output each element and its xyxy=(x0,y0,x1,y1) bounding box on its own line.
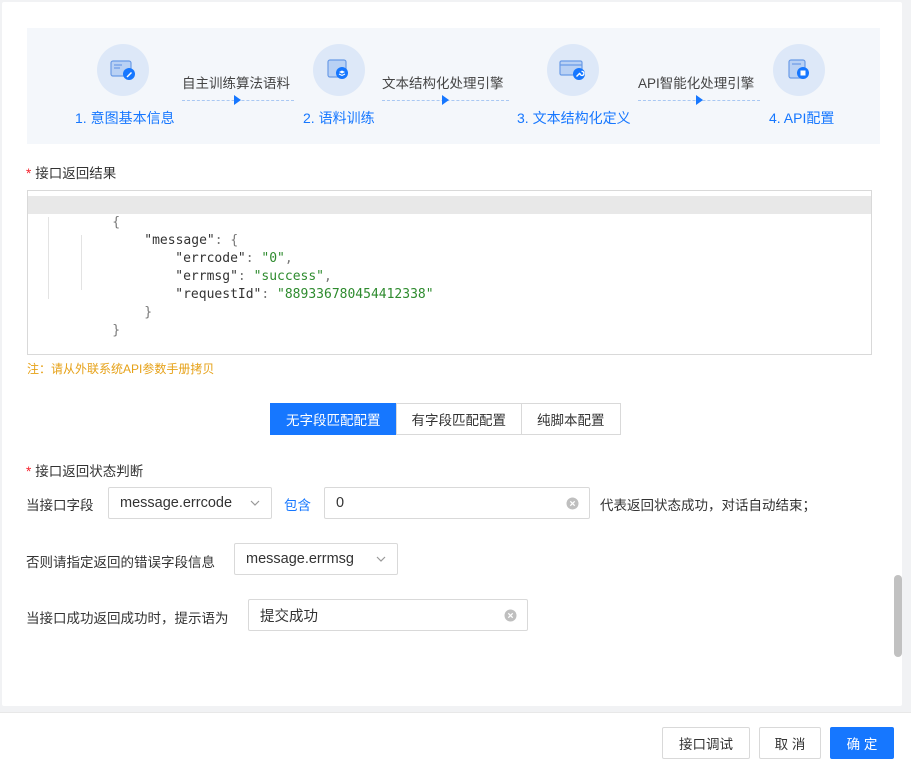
code-text: } xyxy=(144,305,153,320)
code-line-3: "errcode": "0", xyxy=(28,232,292,266)
code-text: "requestId": "889336780454412338" xyxy=(175,287,434,302)
confirm-button[interactable]: 确 定 xyxy=(830,727,894,759)
required-mark: * xyxy=(26,464,32,479)
status-section-title: * 接口返回状态判断 xyxy=(26,460,143,480)
step-3-label: 3. 文本结构化定义 xyxy=(517,110,631,126)
api-doc-icon xyxy=(773,44,825,96)
copy-note: 注：请从外联系统API参数手册拷贝 xyxy=(27,362,215,376)
operator-contains[interactable]: 包含 xyxy=(284,494,311,514)
required-mark: * xyxy=(26,166,32,181)
code-line-2: "message": { xyxy=(28,214,238,248)
status-section-label: 接口返回状态判断 xyxy=(35,464,144,479)
code-line-7: } xyxy=(28,304,120,338)
arrow-right-icon xyxy=(696,95,703,105)
step-2-label: 2. 语料训练 xyxy=(303,110,375,126)
vertical-scrollbar[interactable] xyxy=(894,575,902,657)
code-line-6: } xyxy=(28,286,152,320)
error-field-value: message.errmsg xyxy=(246,551,354,567)
config-mode-tabs: 无字段匹配配置 有字段匹配配置 纯脚本配置 xyxy=(270,403,621,435)
clear-icon[interactable] xyxy=(504,609,517,626)
row2-prefix: 否则请指定返回的错误字段信息 xyxy=(26,555,215,570)
error-field-select[interactable]: message.errmsg xyxy=(234,543,398,575)
code-line-4: "errmsg": "success", xyxy=(28,250,332,284)
edit-doc-icon xyxy=(97,44,149,96)
tab-field-match[interactable]: 有字段匹配配置 xyxy=(395,403,522,435)
step-3[interactable]: 3. 文本结构化定义 xyxy=(517,28,637,144)
form-content: 1. 意图基本信息 自主训练算法语料 2. 语料训练 文本结构化处理引擎 3. … xyxy=(2,2,902,706)
scroll-area: 1. 意图基本信息 自主训练算法语料 2. 语料训练 文本结构化处理引擎 3. … xyxy=(0,0,911,712)
stepper: 1. 意图基本信息 自主训练算法语料 2. 语料训练 文本结构化处理引擎 3. … xyxy=(27,28,880,144)
tab-script-only[interactable]: 纯脚本配置 xyxy=(521,403,621,435)
dialog: 1. 意图基本信息 自主训练算法语料 2. 语料训练 文本结构化处理引擎 3. … xyxy=(0,0,911,771)
debug-button[interactable]: 接口调试 xyxy=(662,727,750,759)
step-4[interactable]: 4. API配置 xyxy=(765,28,855,144)
row1-suffix: 代表返回状态成功，对话自动结束； xyxy=(600,498,816,513)
layers-doc-icon xyxy=(313,44,365,96)
tab-no-field-match[interactable]: 无字段匹配配置 xyxy=(270,403,397,435)
code-text: } xyxy=(112,323,121,338)
success-message-text: 提交成功 xyxy=(260,608,318,625)
success-message-input[interactable]: 提交成功 xyxy=(248,599,528,631)
arrow-right-icon xyxy=(442,95,449,105)
step-4-label: 4. API配置 xyxy=(769,110,835,126)
status-field-value: message.errcode xyxy=(120,495,233,511)
code-line-1: { xyxy=(28,196,871,230)
status-value-text: 0 xyxy=(336,495,345,511)
status-field-select[interactable]: message.errcode xyxy=(108,487,272,519)
chevron-down-icon xyxy=(375,553,387,569)
code-line-5: "requestId": "889336780454412338" xyxy=(28,268,433,302)
cancel-button[interactable]: 取 消 xyxy=(759,727,821,759)
response-section-title: * 接口返回结果 xyxy=(26,162,116,182)
row1-prefix: 当接口字段 xyxy=(26,498,94,513)
connector-2-label: 文本结构化处理引擎 xyxy=(382,76,504,91)
connector-3-label: API智能化处理引擎 xyxy=(638,76,755,91)
step-1-label: 1. 意图基本信息 xyxy=(75,110,175,126)
dialog-footer: 接口调试 取 消 确 定 xyxy=(0,712,911,771)
chevron-down-icon xyxy=(249,497,261,513)
row3-prefix: 当接口成功返回成功时，提示语为 xyxy=(26,611,229,626)
status-value-input[interactable]: 0 xyxy=(324,487,590,519)
response-code-editor[interactable]: { "message": { "errcode": "0", "errmsg":… xyxy=(27,190,872,355)
response-section-label: 接口返回结果 xyxy=(35,166,117,181)
wrench-monitor-icon xyxy=(547,44,599,96)
connector-1-label: 自主训练算法语料 xyxy=(182,76,290,91)
clear-icon[interactable] xyxy=(566,497,579,514)
arrow-right-icon xyxy=(234,95,241,105)
